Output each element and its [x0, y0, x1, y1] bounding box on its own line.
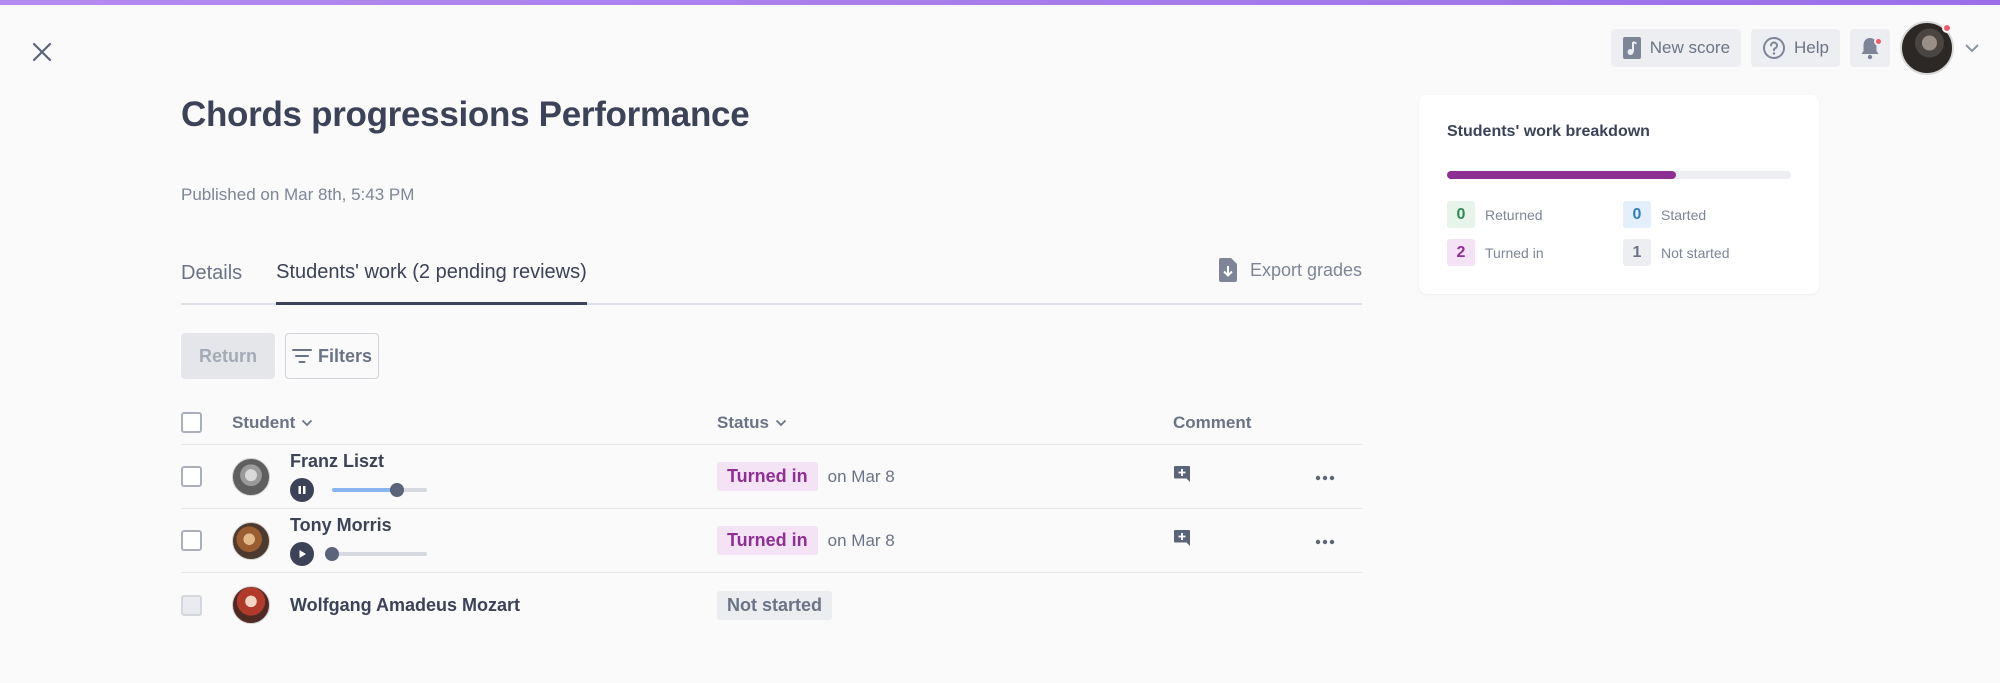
returned-count: 0	[1447, 201, 1475, 228]
more-horizontal-icon	[1315, 539, 1335, 544]
breakdown-title: Students' work breakdown	[1447, 123, 1650, 140]
legend-returned: 0 Returned	[1447, 201, 1623, 228]
account-menu-toggle[interactable]	[1964, 43, 1980, 53]
student-header-label: Student	[232, 412, 296, 432]
audio-progress-fill	[332, 488, 397, 492]
avatar-status-dot	[1942, 23, 1952, 33]
notification-dot	[1874, 37, 1883, 46]
legend-not-started: 1 Not started	[1623, 239, 1799, 266]
table-row: Franz Liszt Turned in on Mar 8	[181, 445, 1362, 509]
tab-details[interactable]: Details	[181, 262, 242, 303]
started-label: Started	[1661, 206, 1707, 223]
row-checkbox[interactable]	[181, 530, 202, 551]
status-header-label: Status	[717, 412, 769, 432]
audio-scrubber-handle[interactable]	[325, 547, 339, 561]
add-comment-button[interactable]	[1173, 529, 1191, 547]
legend-started: 0 Started	[1623, 201, 1799, 228]
audio-progress-track[interactable]	[325, 547, 427, 561]
help-button[interactable]: Help	[1751, 29, 1840, 67]
add-comment-button[interactable]	[1173, 465, 1191, 483]
help-icon	[1763, 37, 1786, 59]
pause-button[interactable]	[290, 478, 314, 502]
breakdown-progress-bar	[1447, 171, 1791, 179]
turned-in-label: Turned in	[1485, 244, 1544, 261]
more-horizontal-icon	[1315, 475, 1335, 480]
table-header: Student Status Comment	[181, 401, 1362, 445]
submitted-date: on Mar 8	[827, 466, 895, 486]
help-label: Help	[1794, 38, 1829, 57]
audio-player	[290, 478, 427, 502]
status-badge: Turned in	[717, 462, 818, 491]
status-badge: Turned in	[717, 526, 818, 555]
student-avatar	[232, 586, 270, 624]
students-table: Student Status Comment Franz Liszt Turne…	[181, 401, 1362, 637]
sort-status-header[interactable]: Status	[717, 413, 787, 433]
export-grades-label: Export grades	[1249, 259, 1362, 280]
sort-student-header[interactable]: Student	[232, 413, 313, 433]
legend-turned-in: 2 Turned in	[1447, 239, 1623, 266]
music-score-icon	[1622, 37, 1641, 59]
play-button[interactable]	[290, 542, 314, 566]
submitted-date: on Mar 8	[827, 530, 895, 550]
chevron-down-icon	[775, 419, 787, 426]
student-name: Tony Morris	[290, 515, 392, 535]
main-content: Chords progressions Performance Publishe…	[181, 95, 1362, 637]
toolbar: Return Filters	[181, 333, 1362, 379]
turned-in-count: 2	[1447, 239, 1475, 266]
close-icon	[32, 42, 52, 62]
add-comment-icon	[1174, 466, 1190, 482]
new-score-button[interactable]: New score	[1610, 29, 1742, 67]
row-checkbox[interactable]	[181, 466, 202, 487]
audio-progress-track[interactable]	[332, 483, 427, 497]
download-file-icon	[1218, 258, 1237, 282]
published-date: Published on Mar 8th, 5:43 PM	[181, 185, 415, 204]
audio-scrubber-handle[interactable]	[389, 483, 404, 497]
student-avatar	[232, 457, 270, 496]
row-checkbox	[181, 594, 202, 616]
tab-students-work[interactable]: Students' work (2 pending reviews)	[276, 261, 587, 305]
table-row: Tony Morris Turned in on Mar 8	[181, 509, 1362, 573]
export-grades-button[interactable]: Export grades	[1218, 257, 1362, 283]
play-icon	[299, 550, 306, 558]
student-name: Wolfgang Amadeus Mozart	[290, 594, 521, 615]
not-started-label: Not started	[1661, 244, 1730, 261]
add-comment-icon	[1174, 530, 1190, 546]
chevron-down-icon	[302, 419, 313, 426]
filter-icon	[291, 349, 312, 363]
pause-icon	[298, 486, 306, 494]
student-avatar	[232, 521, 270, 560]
table-row: Wolfgang Amadeus Mozart Not started	[181, 573, 1362, 637]
user-avatar-button[interactable]	[1900, 21, 1954, 75]
more-options-button[interactable]	[1315, 539, 1335, 545]
close-button[interactable]	[28, 38, 56, 66]
chevron-down-icon	[1965, 44, 1979, 53]
filters-label: Filters	[317, 345, 373, 366]
more-options-button[interactable]	[1315, 475, 1335, 481]
header-actions: New score Help	[1610, 20, 2000, 76]
breakdown-legend: 0 Returned 0 Started 2 Turned in 1 Not s…	[1447, 201, 1791, 266]
started-count: 0	[1623, 201, 1651, 228]
student-name: Franz Liszt	[290, 451, 385, 471]
notifications-button[interactable]	[1850, 29, 1890, 67]
new-score-label: New score	[1649, 38, 1731, 57]
select-all-checkbox[interactable]	[181, 412, 202, 433]
tab-bar: Details Students' work (2 pending review…	[181, 257, 1362, 305]
filters-button[interactable]: Filters	[285, 333, 379, 379]
top-accent-bar	[0, 0, 2000, 5]
breakdown-progress-fill	[1447, 171, 1677, 179]
comment-header: Comment	[1173, 412, 1252, 432]
work-breakdown-card: Students' work breakdown 0 Returned 0 St…	[1419, 95, 1819, 294]
status-badge: Not started	[717, 590, 833, 620]
return-button[interactable]: Return	[181, 333, 275, 379]
returned-label: Returned	[1485, 206, 1543, 223]
page-title: Chords progressions Performance	[181, 95, 750, 134]
not-started-count: 1	[1623, 239, 1651, 266]
audio-player	[290, 542, 427, 566]
